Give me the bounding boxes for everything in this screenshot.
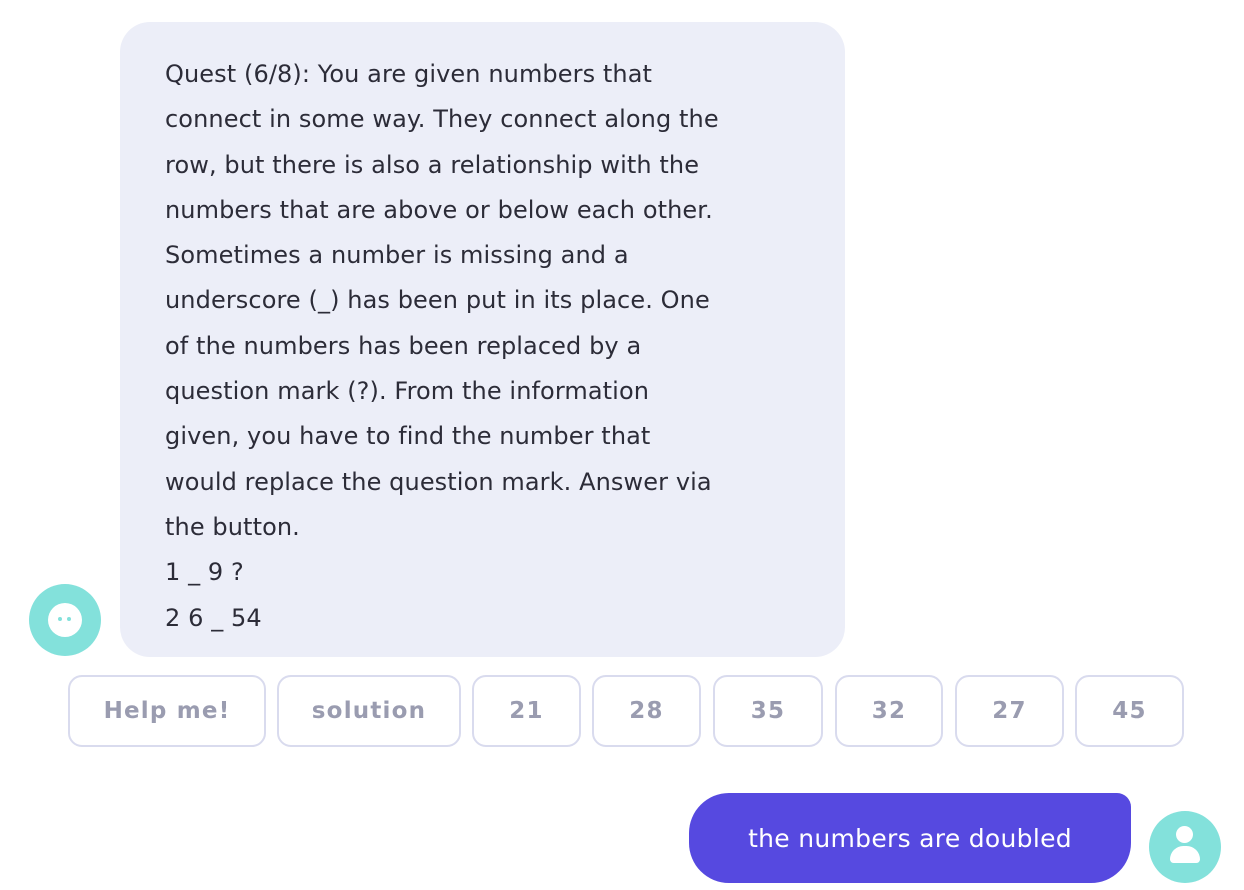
- solution-button[interactable]: solution: [277, 675, 461, 747]
- answer-button-32[interactable]: 32: [835, 675, 943, 747]
- bot-message-text: Quest (6/8): You are given numbers that …: [165, 52, 805, 641]
- user-icon: [1176, 826, 1193, 843]
- user-avatar: [1149, 811, 1221, 883]
- answer-button-21[interactable]: 21: [472, 675, 581, 747]
- answer-button-35[interactable]: 35: [713, 675, 823, 747]
- bot-message-line: the button.: [165, 512, 300, 541]
- bot-eye-icon: [58, 617, 62, 621]
- bot-message-line: would replace the question mark. Answer …: [165, 467, 712, 496]
- answer-button-45[interactable]: 45: [1075, 675, 1184, 747]
- user-body-icon: [1170, 846, 1200, 863]
- bot-message-line: given, you have to find the number that: [165, 422, 651, 451]
- bot-message-line: row, but there is also a relationship wi…: [165, 150, 700, 179]
- puzzle-row-1: 1 _ 9 ?: [165, 558, 244, 587]
- help-me-button[interactable]: Help me!: [68, 675, 266, 747]
- bot-message-line: question mark (?). From the information: [165, 377, 650, 406]
- bot-message-line: numbers that are above or below each oth…: [165, 195, 713, 224]
- user-message-bubble: the numbers are doubled: [689, 793, 1131, 883]
- user-message-text: the numbers are doubled: [748, 823, 1072, 853]
- answer-button-27[interactable]: 27: [955, 675, 1064, 747]
- answer-button-28[interactable]: 28: [592, 675, 701, 747]
- bot-message-bubble: Quest (6/8): You are given numbers that …: [120, 22, 845, 657]
- quick-replies: Help me! solution 21 28 35 32 27 45: [0, 675, 1244, 747]
- chat-window: Quest (6/8): You are given numbers that …: [0, 0, 1244, 890]
- puzzle-row-2: 2 6 _ 54: [165, 603, 262, 632]
- bot-message-line: underscore (_) has been put in its place…: [165, 286, 710, 315]
- bot-eye-icon: [67, 617, 71, 621]
- bot-message-line: connect in some way. They connect along …: [165, 105, 719, 134]
- bot-message-line: Quest (6/8): You are given numbers that: [165, 60, 653, 88]
- bot-face-icon: [48, 603, 82, 637]
- bot-message-line: of the numbers has been replaced by a: [165, 331, 642, 360]
- bot-message-line: Sometimes a number is missing and a: [165, 241, 629, 270]
- bot-avatar: [29, 584, 101, 656]
